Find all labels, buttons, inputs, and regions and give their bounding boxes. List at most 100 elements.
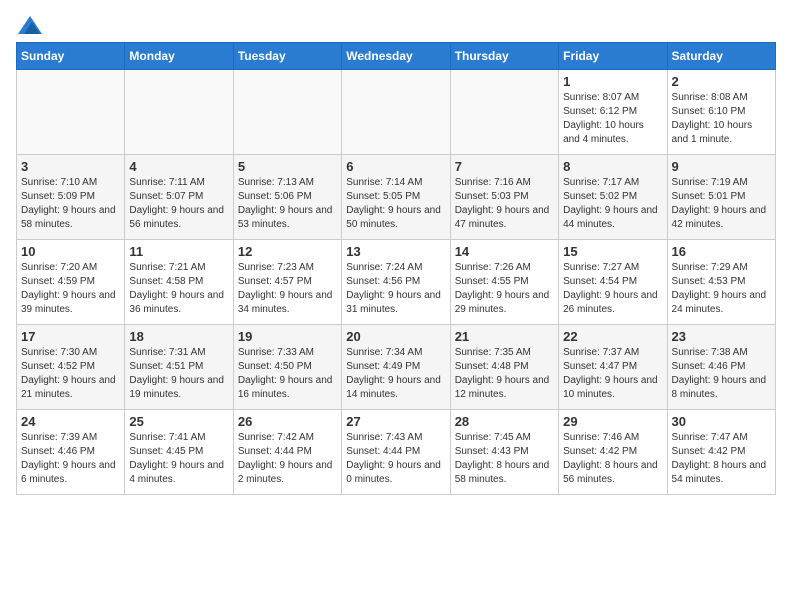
day-info: Sunrise: 7:29 AM Sunset: 4:53 PM Dayligh… bbox=[672, 261, 771, 317]
day-info: Sunrise: 7:11 AM Sunset: 5:07 PM Dayligh… bbox=[129, 176, 228, 232]
day-info: Sunrise: 7:45 AM Sunset: 4:43 PM Dayligh… bbox=[455, 431, 554, 487]
day-info: Sunrise: 7:17 AM Sunset: 5:02 PM Dayligh… bbox=[563, 176, 662, 232]
day-info: Sunrise: 7:14 AM Sunset: 5:05 PM Dayligh… bbox=[346, 176, 445, 232]
day-info: Sunrise: 7:46 AM Sunset: 4:42 PM Dayligh… bbox=[563, 431, 662, 487]
day-number: 3 bbox=[21, 159, 120, 174]
calendar-day-header: Thursday bbox=[450, 43, 558, 70]
day-info: Sunrise: 7:27 AM Sunset: 4:54 PM Dayligh… bbox=[563, 261, 662, 317]
day-info: Sunrise: 7:10 AM Sunset: 5:09 PM Dayligh… bbox=[21, 176, 120, 232]
calendar-cell: 25Sunrise: 7:41 AM Sunset: 4:45 PM Dayli… bbox=[125, 410, 233, 495]
day-number: 17 bbox=[21, 329, 120, 344]
day-number: 23 bbox=[672, 329, 771, 344]
day-number: 5 bbox=[238, 159, 337, 174]
calendar-cell bbox=[17, 70, 125, 155]
calendar-cell: 3 Sunrise: 7:10 AM Sunset: 5:09 PM Daylig… bbox=[17, 155, 125, 240]
day-number: 4 bbox=[129, 159, 228, 174]
calendar-cell: 6 Sunrise: 7:14 AM Sunset: 5:05 PM Daylig… bbox=[342, 155, 450, 240]
calendar-cell bbox=[450, 70, 558, 155]
calendar-cell: 1 Sunrise: 8:07 AM Sunset: 6:12 PM Daylig… bbox=[559, 70, 667, 155]
calendar-cell: 15Sunrise: 7:27 AM Sunset: 4:54 PM Dayli… bbox=[559, 240, 667, 325]
calendar-cell: 12 Sunrise: 7:23 AM Sunset: 4:57 PM Dayli… bbox=[233, 240, 341, 325]
day-info: Sunrise: 7:13 AM Sunset: 5:06 PM Dayligh… bbox=[238, 176, 337, 232]
day-info: Sunrise: 7:34 AM Sunset: 4:49 PM Dayligh… bbox=[346, 346, 445, 402]
day-number: 14 bbox=[455, 244, 554, 259]
calendar-day-header: Friday bbox=[559, 43, 667, 70]
day-info: Sunrise: 8:07 AM Sunset: 6:12 PM Dayligh… bbox=[563, 91, 662, 147]
calendar-table: SundayMondayTuesdayWednesdayThursdayFrid… bbox=[16, 42, 776, 495]
calendar-header-row: SundayMondayTuesdayWednesdayThursdayFrid… bbox=[17, 43, 776, 70]
day-number: 6 bbox=[346, 159, 445, 174]
calendar-cell: 28 Sunrise: 7:45 AM Sunset: 4:43 PM Dayli… bbox=[450, 410, 558, 495]
day-number: 21 bbox=[455, 329, 554, 344]
calendar-cell: 7 Sunrise: 7:16 AM Sunset: 5:03 PM Daylig… bbox=[450, 155, 558, 240]
day-number: 29 bbox=[563, 414, 662, 429]
day-number: 9 bbox=[672, 159, 771, 174]
calendar-cell: 27Sunrise: 7:43 AM Sunset: 4:44 PM Dayli… bbox=[342, 410, 450, 495]
day-number: 13 bbox=[346, 244, 445, 259]
calendar-cell: 9 Sunrise: 7:19 AM Sunset: 5:01 PM Daylig… bbox=[667, 155, 775, 240]
day-number: 10 bbox=[21, 244, 120, 259]
calendar-cell bbox=[233, 70, 341, 155]
calendar-week-row: 10 Sunrise: 7:20 AM Sunset: 4:59 PM Dayli… bbox=[17, 240, 776, 325]
day-info: Sunrise: 7:35 AM Sunset: 4:48 PM Dayligh… bbox=[455, 346, 554, 402]
page-header bbox=[16, 16, 776, 34]
day-number: 18 bbox=[129, 329, 228, 344]
calendar-cell: 16 Sunrise: 7:29 AM Sunset: 4:53 PM Dayli… bbox=[667, 240, 775, 325]
logo bbox=[16, 16, 42, 34]
day-number: 1 bbox=[563, 74, 662, 89]
calendar-cell bbox=[342, 70, 450, 155]
day-info: Sunrise: 7:39 AM Sunset: 4:46 PM Dayligh… bbox=[21, 431, 120, 487]
day-info: Sunrise: 7:21 AM Sunset: 4:58 PM Dayligh… bbox=[129, 261, 228, 317]
calendar-cell: 13 Sunrise: 7:24 AM Sunset: 4:56 PM Dayli… bbox=[342, 240, 450, 325]
calendar-cell bbox=[125, 70, 233, 155]
day-number: 22 bbox=[563, 329, 662, 344]
calendar-day-header: Wednesday bbox=[342, 43, 450, 70]
calendar-week-row: 3 Sunrise: 7:10 AM Sunset: 5:09 PM Daylig… bbox=[17, 155, 776, 240]
calendar-cell: 26 Sunrise: 7:42 AM Sunset: 4:44 PM Dayli… bbox=[233, 410, 341, 495]
day-info: Sunrise: 7:47 AM Sunset: 4:42 PM Dayligh… bbox=[672, 431, 771, 487]
day-info: Sunrise: 7:37 AM Sunset: 4:47 PM Dayligh… bbox=[563, 346, 662, 402]
day-number: 11 bbox=[129, 244, 228, 259]
calendar-cell: 17 Sunrise: 7:30 AM Sunset: 4:52 PM Dayli… bbox=[17, 325, 125, 410]
day-number: 28 bbox=[455, 414, 554, 429]
calendar-cell: 30Sunrise: 7:47 AM Sunset: 4:42 PM Dayli… bbox=[667, 410, 775, 495]
day-number: 12 bbox=[238, 244, 337, 259]
day-info: Sunrise: 7:31 AM Sunset: 4:51 PM Dayligh… bbox=[129, 346, 228, 402]
day-info: Sunrise: 7:38 AM Sunset: 4:46 PM Dayligh… bbox=[672, 346, 771, 402]
day-info: Sunrise: 8:08 AM Sunset: 6:10 PM Dayligh… bbox=[672, 91, 771, 147]
day-number: 2 bbox=[672, 74, 771, 89]
calendar-day-header: Tuesday bbox=[233, 43, 341, 70]
calendar-cell: 22 Sunrise: 7:37 AM Sunset: 4:47 PM Dayli… bbox=[559, 325, 667, 410]
day-info: Sunrise: 7:26 AM Sunset: 4:55 PM Dayligh… bbox=[455, 261, 554, 317]
calendar-cell: 21 Sunrise: 7:35 AM Sunset: 4:48 PM Dayli… bbox=[450, 325, 558, 410]
day-info: Sunrise: 7:20 AM Sunset: 4:59 PM Dayligh… bbox=[21, 261, 120, 317]
day-number: 27 bbox=[346, 414, 445, 429]
calendar-cell: 23 Sunrise: 7:38 AM Sunset: 4:46 PM Dayli… bbox=[667, 325, 775, 410]
day-info: Sunrise: 7:19 AM Sunset: 5:01 PM Dayligh… bbox=[672, 176, 771, 232]
calendar-week-row: 17 Sunrise: 7:30 AM Sunset: 4:52 PM Dayli… bbox=[17, 325, 776, 410]
calendar-cell: 11 Sunrise: 7:21 AM Sunset: 4:58 PM Dayli… bbox=[125, 240, 233, 325]
day-number: 8 bbox=[563, 159, 662, 174]
calendar-cell: 14 Sunrise: 7:26 AM Sunset: 4:55 PM Dayli… bbox=[450, 240, 558, 325]
day-number: 19 bbox=[238, 329, 337, 344]
day-number: 24 bbox=[21, 414, 120, 429]
calendar-cell: 29 Sunrise: 7:46 AM Sunset: 4:42 PM Dayli… bbox=[559, 410, 667, 495]
calendar-cell: 18 Sunrise: 7:31 AM Sunset: 4:51 PM Dayli… bbox=[125, 325, 233, 410]
day-info: Sunrise: 7:23 AM Sunset: 4:57 PM Dayligh… bbox=[238, 261, 337, 317]
logo-icon bbox=[18, 16, 42, 34]
day-info: Sunrise: 7:42 AM Sunset: 4:44 PM Dayligh… bbox=[238, 431, 337, 487]
day-number: 16 bbox=[672, 244, 771, 259]
calendar-cell: 19 Sunrise: 7:33 AM Sunset: 4:50 PM Dayli… bbox=[233, 325, 341, 410]
calendar-day-header: Sunday bbox=[17, 43, 125, 70]
day-info: Sunrise: 7:16 AM Sunset: 5:03 PM Dayligh… bbox=[455, 176, 554, 232]
day-info: Sunrise: 7:24 AM Sunset: 4:56 PM Dayligh… bbox=[346, 261, 445, 317]
day-number: 25 bbox=[129, 414, 228, 429]
calendar-week-row: 1 Sunrise: 8:07 AM Sunset: 6:12 PM Daylig… bbox=[17, 70, 776, 155]
calendar-cell: 2 Sunrise: 8:08 AM Sunset: 6:10 PM Daylig… bbox=[667, 70, 775, 155]
calendar-cell: 20Sunrise: 7:34 AM Sunset: 4:49 PM Dayli… bbox=[342, 325, 450, 410]
day-info: Sunrise: 7:33 AM Sunset: 4:50 PM Dayligh… bbox=[238, 346, 337, 402]
day-number: 7 bbox=[455, 159, 554, 174]
day-number: 26 bbox=[238, 414, 337, 429]
day-info: Sunrise: 7:30 AM Sunset: 4:52 PM Dayligh… bbox=[21, 346, 120, 402]
calendar-day-header: Saturday bbox=[667, 43, 775, 70]
